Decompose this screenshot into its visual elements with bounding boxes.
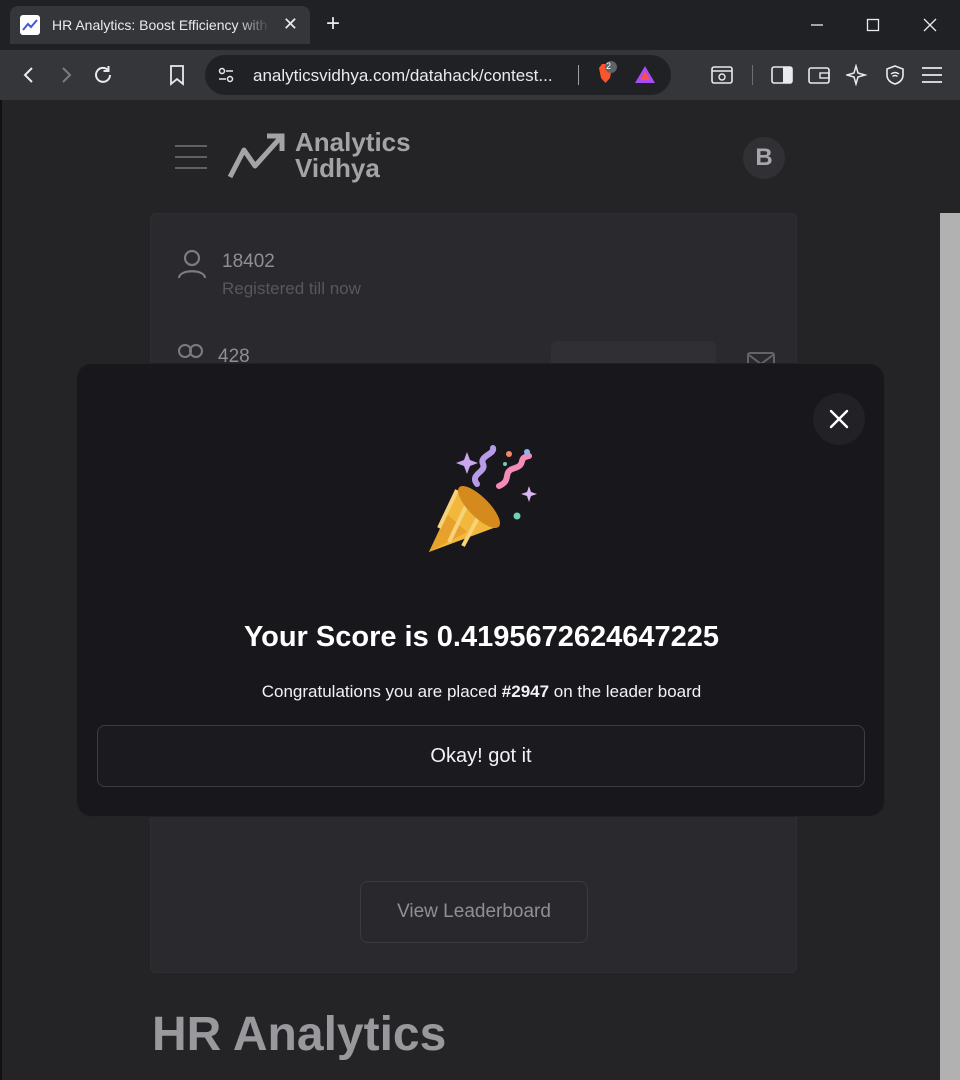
congratulations-message: Congratulations you are placed #2947 on …	[77, 682, 886, 702]
new-tab-icon[interactable]: +	[326, 12, 340, 36]
brave-shields-icon[interactable]: 2	[591, 61, 617, 87]
tab-strip: HR Analytics: Boost Efficiency with Data…	[0, 0, 960, 50]
sidebar-toggle-icon[interactable]	[769, 62, 795, 88]
party-popper-icon	[417, 444, 547, 569]
bookmark-icon[interactable]	[164, 62, 190, 88]
reader-mode-icon[interactable]	[709, 62, 735, 88]
score-title: Your Score is 0.4195672624647225	[243, 621, 720, 653]
score-modal: Your Score is 0.4195672624647225 Congrat…	[76, 363, 885, 817]
url-divider	[578, 65, 579, 85]
close-icon	[829, 409, 849, 429]
url-text: analyticsvidhya.com/datahack/contest...	[253, 66, 553, 85]
reload-icon[interactable]	[90, 62, 116, 88]
congrats-prefix: Congratulations you are placed	[261, 682, 502, 701]
vpn-icon[interactable]	[882, 62, 908, 88]
site-settings-icon[interactable]	[213, 62, 239, 88]
minimize-icon[interactable]	[804, 12, 830, 38]
site-favicon-icon	[20, 15, 40, 35]
maximize-icon[interactable]	[860, 12, 886, 38]
tab-close-icon[interactable]: ✕	[283, 15, 298, 33]
leo-ai-icon[interactable]	[844, 62, 870, 88]
browser-toolbar: analyticsvidhya.com/datahack/contest... …	[0, 50, 960, 100]
okay-got-it-button[interactable]: Okay! got it	[97, 725, 865, 787]
leaderboard-rank: #2947	[501, 682, 550, 701]
back-icon[interactable]	[16, 62, 42, 88]
window-close-icon[interactable]	[917, 12, 943, 38]
modal-close-button[interactable]	[813, 393, 865, 445]
toolbar-divider	[752, 65, 753, 85]
menu-icon[interactable]	[919, 62, 945, 88]
shields-badge: 2	[606, 61, 612, 71]
tab-title: HR Analytics: Boost Efficiency with Data	[52, 17, 270, 33]
address-bar[interactable]: analyticsvidhya.com/datahack/contest... …	[205, 55, 671, 95]
browser-tab[interactable]: HR Analytics: Boost Efficiency with Data…	[10, 6, 310, 44]
brave-rewards-icon[interactable]	[632, 62, 658, 88]
congrats-suffix: on the leader board	[549, 682, 702, 701]
forward-icon[interactable]	[53, 62, 79, 88]
wallet-icon[interactable]	[806, 62, 832, 88]
